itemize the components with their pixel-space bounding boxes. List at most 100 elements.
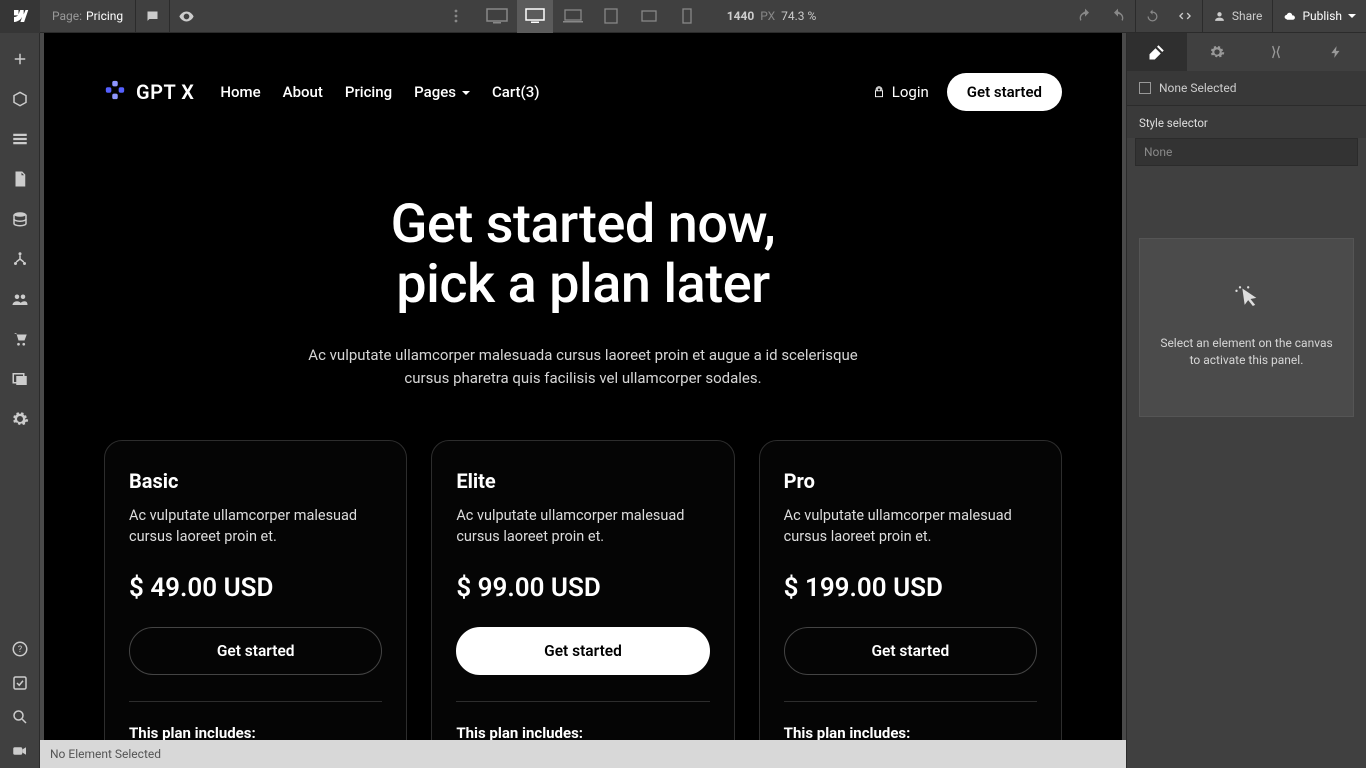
redo-button[interactable] (1102, 0, 1135, 33)
chevron-down-icon (1348, 9, 1356, 23)
site-header: GPT X Home About Pricing Pages Cart(3) (44, 73, 1122, 125)
selection-box-icon (1139, 82, 1151, 94)
nav-pages[interactable]: Pages (414, 83, 470, 101)
breakpoint-mobile[interactable] (669, 0, 705, 33)
publish-button[interactable]: Publish (1272, 0, 1366, 33)
settings-button[interactable] (0, 399, 40, 439)
preview-button[interactable] (170, 0, 203, 33)
interactions-tab[interactable] (1306, 33, 1366, 71)
share-button[interactable]: Share (1202, 0, 1273, 33)
canvas-dimensions[interactable]: 1440 PX 74.3 % (711, 9, 833, 23)
search-button[interactable] (0, 700, 40, 734)
navigator-button[interactable] (0, 79, 40, 119)
audit-button[interactable] (0, 666, 40, 700)
brand-logo-icon (104, 79, 126, 106)
plan-price: $ 99.00 USD (456, 573, 709, 603)
selection-indicator: None Selected (1127, 71, 1366, 106)
plan-card-elite: Elite Ac vulputate ullamcorper malesuad c… (431, 440, 734, 740)
selector-placeholder: None (1144, 145, 1172, 159)
left-rail: ? (0, 33, 40, 768)
canvas-width-unit: PX (760, 9, 775, 23)
style-manager-tab[interactable] (1247, 33, 1307, 71)
plan-price: $ 49.00 USD (129, 573, 382, 603)
breakpoint-desktop[interactable] (517, 0, 553, 33)
site-nav: Home About Pricing Pages Cart(3) (220, 83, 539, 101)
plan-cta-button[interactable]: Get started (456, 627, 709, 675)
share-label: Share (1232, 9, 1263, 23)
logic-button[interactable] (0, 239, 40, 279)
pricing-plans: Basic Ac vulputate ullamcorper malesuad c… (44, 390, 1122, 740)
topbar-right: Share Publish (1069, 0, 1366, 33)
plan-name: Elite (456, 469, 709, 493)
canvas-area: GPT X Home About Pricing Pages Cart(3) (40, 33, 1126, 768)
get-started-button[interactable]: Get started (947, 73, 1062, 111)
cms-button[interactable] (0, 199, 40, 239)
canvas-width: 1440 (727, 9, 755, 23)
users-button[interactable] (0, 279, 40, 319)
hero-section: Get started now, pick a plan later Ac vu… (44, 195, 1122, 390)
nav-home[interactable]: Home (220, 83, 260, 101)
style-tab[interactable] (1127, 33, 1187, 71)
plan-name: Pro (784, 469, 1037, 493)
login-link[interactable]: Login (872, 83, 929, 101)
ecommerce-button[interactable] (0, 319, 40, 359)
sync-button[interactable] (1136, 0, 1169, 33)
plan-name: Basic (129, 469, 382, 493)
comments-button[interactable] (136, 0, 169, 33)
chevron-down-icon (462, 83, 470, 101)
plan-cta-button[interactable]: Get started (129, 627, 382, 675)
breakpoint-xl[interactable] (479, 0, 515, 33)
style-selector-input[interactable]: None (1135, 138, 1358, 166)
components-button[interactable] (0, 119, 40, 159)
hero-subtitle: Ac vulputate ullamcorper malesuada cursu… (303, 344, 863, 391)
page-label: Page: (52, 9, 82, 23)
plan-desc: Ac vulputate ullamcorper malesuad cursus… (784, 505, 1037, 547)
nav-cart[interactable]: Cart(3) (492, 83, 540, 101)
publish-label: Publish (1302, 9, 1342, 23)
page-name: Pricing (86, 9, 123, 23)
settings-tab[interactable] (1187, 33, 1247, 71)
canvas-zoom: 74.3 % (781, 9, 816, 23)
page-selector[interactable]: Page: Pricing (40, 0, 136, 33)
hero-title: Get started now, pick a plan later (84, 195, 1082, 316)
nav-about[interactable]: About (283, 83, 323, 101)
right-panel: None Selected Style selector None Select… (1126, 33, 1366, 768)
brand-text: GPT X (136, 80, 194, 104)
plan-includes-title: This plan includes: (129, 724, 382, 740)
video-button[interactable] (0, 734, 40, 768)
breakpoint-mobile-landscape[interactable] (631, 0, 667, 33)
add-element-button[interactable] (0, 39, 40, 79)
plan-includes-title: This plan includes: (456, 724, 709, 740)
login-label: Login (892, 83, 929, 101)
status-text: No Element Selected (50, 747, 161, 761)
style-selector-label: Style selector (1127, 106, 1366, 138)
right-panel-tabs (1127, 33, 1366, 71)
selection-label: None Selected (1159, 81, 1236, 95)
breakpoint-group (473, 0, 711, 33)
plan-card-pro: Pro Ac vulputate ullamcorper malesuad cur… (759, 440, 1062, 740)
assets-button[interactable] (0, 359, 40, 399)
panel-placeholder: Select an element on the canvas to activ… (1139, 238, 1354, 417)
nav-pricing[interactable]: Pricing (345, 83, 392, 101)
placeholder-text: Select an element on the canvas to activ… (1160, 336, 1332, 367)
svg-text:?: ? (17, 645, 21, 655)
site-brand[interactable]: GPT X (104, 79, 194, 106)
help-button[interactable]: ? (0, 632, 40, 666)
plan-cta-button[interactable]: Get started (784, 627, 1037, 675)
breakpoint-laptop[interactable] (555, 0, 591, 33)
more-button[interactable] (440, 0, 473, 33)
design-canvas[interactable]: GPT X Home About Pricing Pages Cart(3) (44, 33, 1122, 740)
plan-desc: Ac vulputate ullamcorper malesuad cursus… (129, 505, 382, 547)
code-button[interactable] (1169, 0, 1202, 33)
plan-card-basic: Basic Ac vulputate ullamcorper malesuad c… (104, 440, 407, 740)
undo-button[interactable] (1069, 0, 1102, 33)
webflow-logo-button[interactable] (0, 0, 40, 33)
plan-includes-title: This plan includes: (784, 724, 1037, 740)
plan-price: $ 199.00 USD (784, 573, 1037, 603)
status-bar: No Element Selected (40, 740, 1126, 768)
pointer-icon (1233, 285, 1261, 313)
lock-icon (872, 85, 886, 99)
plan-desc: Ac vulputate ullamcorper malesuad cursus… (456, 505, 709, 547)
breakpoint-tablet[interactable] (593, 0, 629, 33)
pages-button[interactable] (0, 159, 40, 199)
